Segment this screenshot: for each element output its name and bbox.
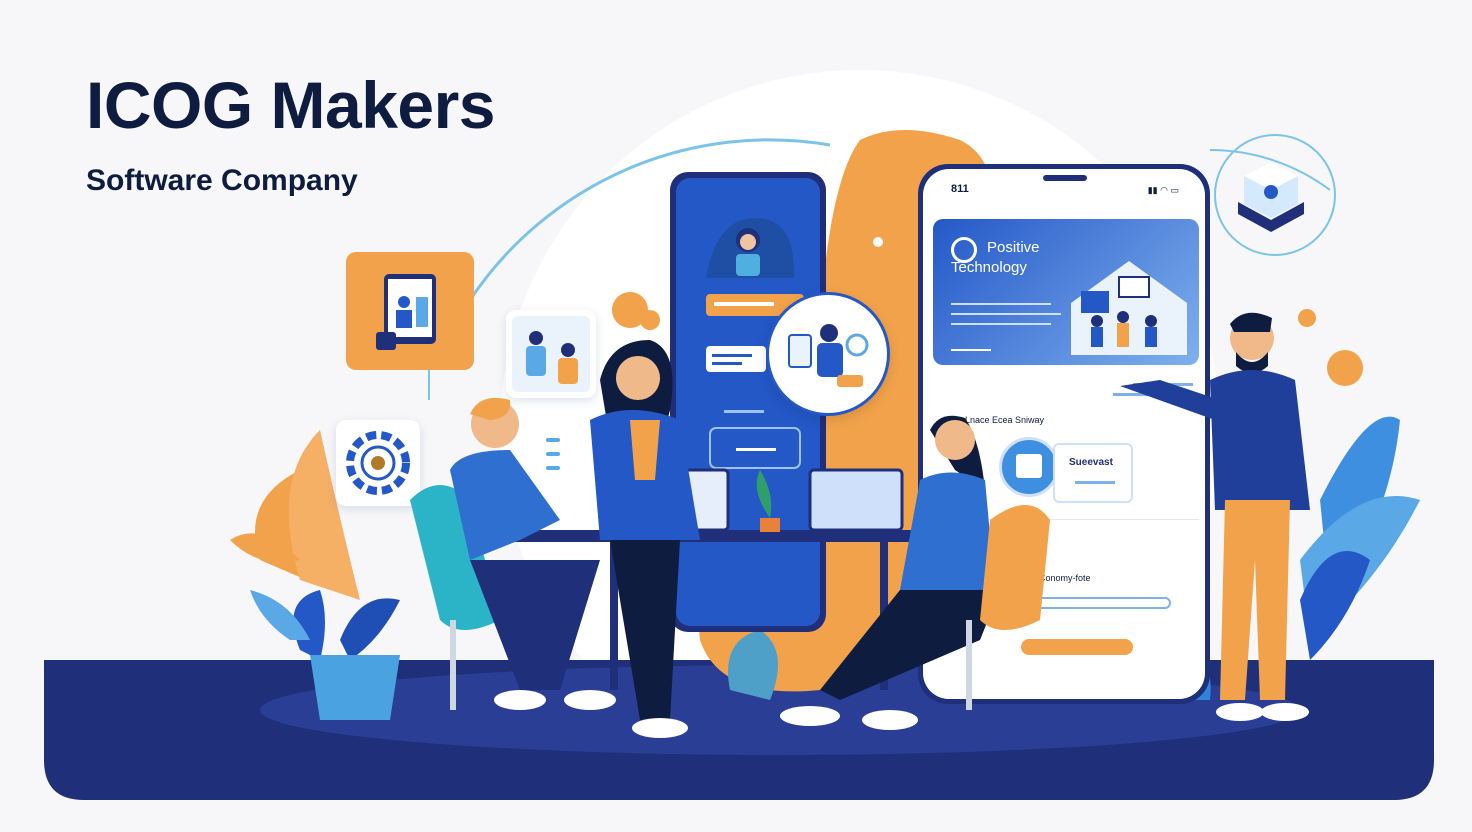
team-scene bbox=[410, 312, 1310, 738]
